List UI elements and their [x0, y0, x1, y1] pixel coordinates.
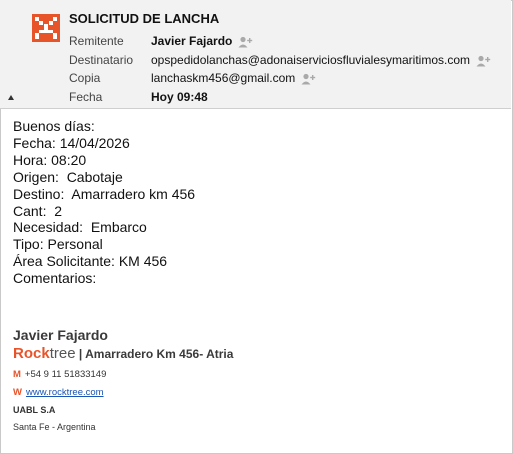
brand-tree: tree	[49, 345, 76, 362]
body-line: Destino: Amarradero km 456	[13, 185, 196, 202]
signature-company-line: Rocktree | Amarradero Km 456- Atria	[13, 345, 233, 362]
add-contact-icon[interactable]	[238, 36, 254, 48]
body-line: Cant: 2	[13, 202, 63, 219]
brand-rock: Rock	[13, 345, 50, 362]
add-contact-icon[interactable]	[476, 55, 492, 67]
cc-row: Copia lanchaskm456@gmail.com	[69, 70, 317, 86]
message-header: SOLICITUD DE LANCHA Remitente Javier Faja…	[0, 0, 511, 109]
signature-company: UABL S.A	[13, 405, 56, 415]
body-line: Necesidad: Embarco	[13, 219, 147, 236]
recipient-label: Destinatario	[69, 53, 134, 67]
body-line: Tipo: Personal	[13, 236, 103, 253]
signature-separator: |	[75, 347, 86, 361]
body-line: Origen: Cabotaje	[13, 168, 123, 185]
web-key: W	[13, 387, 22, 398]
sender-row: Remitente Javier Fajardo	[69, 33, 254, 49]
body-line: Fecha: 14/04/2026	[13, 134, 130, 151]
phone-key: M	[13, 369, 21, 380]
signature-web-line: Wwww.rocktree.com	[13, 387, 233, 398]
collapse-arrow-icon[interactable]	[8, 95, 14, 100]
sender-label: Remitente	[69, 34, 124, 48]
signature-name: Javier Fajardo	[13, 327, 108, 343]
body-line: Área Solicitante: KM 456	[13, 253, 168, 270]
signature-location: Santa Fe - Argentina	[13, 422, 96, 432]
date-label: Fecha	[69, 90, 103, 104]
date-row: Fecha Hoy 09:48	[69, 89, 208, 105]
signature-branch: Amarradero Km 456- Atria	[85, 347, 234, 361]
date-value: Hoy 09:48	[151, 90, 208, 104]
message-body: Buenos días: Fecha: 14/04/2026 Hora: 08:…	[13, 118, 195, 287]
signature-phone: +54 9 11 51833149	[24, 369, 107, 380]
recipient-value[interactable]: opspedidolanchas@adonaiserviciosfluviale…	[151, 53, 470, 67]
cc-label: Copia	[69, 71, 101, 85]
add-contact-icon[interactable]	[301, 73, 317, 85]
body-line: Hora: 08:20	[13, 151, 87, 168]
message-subject: SOLICITUD DE LANCHA	[69, 11, 220, 26]
email-signature: Javier Fajardo Rocktree | Amarradero Km …	[13, 327, 233, 432]
sender-value[interactable]: Javier Fajardo	[151, 34, 232, 48]
body-line: Buenos días:	[13, 118, 95, 134]
recipient-row: Destinatario opspedidolanchas@adonaiservi…	[69, 52, 492, 68]
cc-value[interactable]: lanchaskm456@gmail.com	[151, 71, 295, 85]
sender-logo-icon	[32, 14, 60, 42]
body-line: Comentarios:	[13, 270, 97, 287]
signature-website-link[interactable]: www.rocktree.com	[26, 387, 104, 398]
signature-phone-line: M +54 9 11 51833149	[13, 369, 233, 380]
